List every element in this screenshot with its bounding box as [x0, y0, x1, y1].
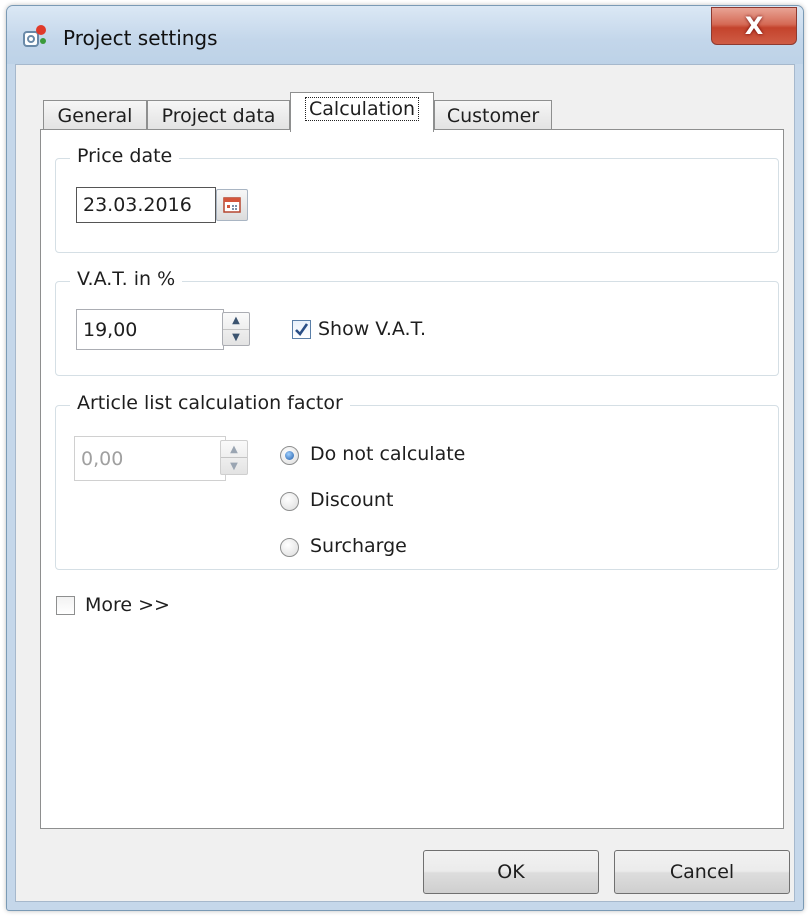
- ok-button[interactable]: OK: [423, 850, 599, 894]
- calculation-tab-page: Price date V.A.T. in %: [40, 129, 784, 829]
- show-vat-checkbox[interactable]: [292, 320, 311, 339]
- radio-surcharge[interactable]: [280, 538, 299, 557]
- spin-up-icon[interactable]: ▲: [223, 313, 249, 329]
- dialog-window: Project settings X General Project data …: [6, 5, 804, 911]
- radio-surcharge-label: Surcharge: [310, 535, 407, 557]
- title-bar[interactable]: Project settings X: [7, 6, 803, 64]
- tab-customer-label: Customer: [446, 104, 540, 127]
- cancel-button[interactable]: Cancel: [614, 850, 790, 894]
- show-vat-label: Show V.A.T.: [318, 318, 426, 340]
- spin-down-icon[interactable]: ▼: [223, 328, 249, 346]
- spin-up-icon: ▲: [230, 443, 238, 455]
- window-title: Project settings: [63, 26, 218, 50]
- close-icon: X: [744, 12, 764, 40]
- close-button[interactable]: X: [711, 7, 797, 45]
- radio-do-not-calculate[interactable]: [280, 446, 299, 465]
- calendar-button[interactable]: [216, 189, 248, 221]
- checkmark-icon: [295, 323, 309, 337]
- price-date-input[interactable]: [76, 187, 216, 223]
- tab-project-data[interactable]: Project data: [147, 100, 290, 130]
- tab-customer[interactable]: Customer: [434, 100, 552, 130]
- dialog-client-area: General Project data Calculation Custome…: [15, 64, 795, 902]
- more-checkbox[interactable]: [56, 596, 75, 615]
- calendar-icon: [223, 197, 241, 213]
- tab-general-label: General: [57, 104, 133, 127]
- vat-spinner[interactable]: ▲ ▼: [222, 312, 250, 346]
- tab-project-data-label: Project data: [161, 104, 276, 127]
- spin-down-icon: ▼: [221, 457, 247, 474]
- more-label[interactable]: More >>: [85, 594, 170, 616]
- price-date-title: Price date: [70, 145, 180, 167]
- price-date-group: Price date: [55, 145, 779, 253]
- vat-input[interactable]: [76, 309, 224, 350]
- radio-discount[interactable]: [280, 492, 299, 511]
- tab-calculation-label: Calculation: [305, 96, 419, 121]
- tab-general[interactable]: General: [43, 100, 147, 130]
- tab-calculation[interactable]: Calculation: [290, 92, 434, 132]
- article-factor-spinner: ▲ ▼: [220, 440, 248, 475]
- radio-do-not-calculate-label: Do not calculate: [310, 443, 466, 465]
- project-settings-app-icon: [23, 25, 46, 47]
- vat-group: V.A.T. in % ▲ ▼ Show V.A.T.: [55, 268, 779, 376]
- vat-title: V.A.T. in %: [70, 268, 183, 290]
- article-factor-title: Article list calculation factor: [70, 392, 350, 414]
- article-factor-input: [74, 436, 226, 481]
- radio-discount-label: Discount: [310, 489, 394, 511]
- article-factor-group: Article list calculation factor ▲ ▼ Do n…: [55, 392, 779, 570]
